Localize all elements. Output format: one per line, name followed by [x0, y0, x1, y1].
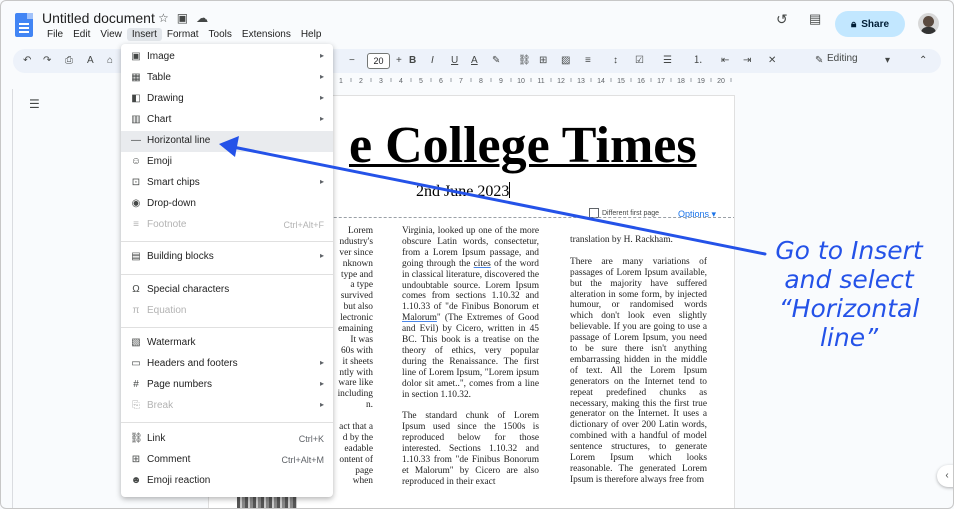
annotation-line: Go to Insert	[775, 236, 923, 265]
annotation-line: line”	[819, 323, 879, 352]
annotation-line: and select	[784, 265, 914, 294]
annotation-line: “Horizontal	[778, 294, 920, 323]
annotation-text: Go to Insert and select “Horizontal line…	[749, 236, 949, 352]
app-window: Untitled document ☆ ▣ ☁ File Edit View I…	[0, 0, 954, 509]
side-panel-toggle[interactable]: ‹	[937, 465, 953, 487]
